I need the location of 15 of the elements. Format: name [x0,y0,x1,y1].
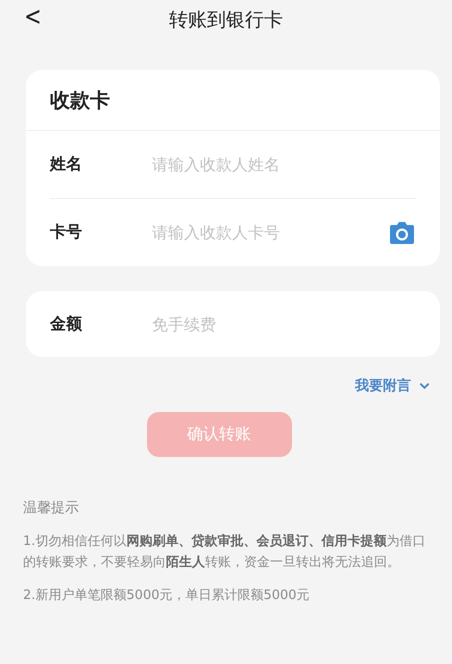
tip-text: 1.切勿相信任何以网购刷单、贷款审批、会员退订、信用卡提额为借口的转账要求，不要轻易向陌生人转账，资金一旦转出将无法追回。 [23,532,426,572]
field-label: 卡号 [50,222,83,243]
back-button[interactable]: < [20,2,45,32]
amount-field[interactable]: 免手续费 [152,314,416,334]
field-label: 金额 [50,314,83,334]
camera-icon[interactable] [388,220,416,244]
card-title: 收款卡 [49,87,111,114]
tips-title: 温馨提示 [23,499,80,517]
tip-text: 2.新用户单笔限额5000元，单日累计限额5000元 [23,587,311,605]
add-note-link[interactable]: 我要附言 [355,377,411,395]
page-title: 转账到银行卡 [169,8,283,33]
input-field[interactable]: 请输入收款人姓名 [152,155,416,174]
input-field[interactable]: 请输入收款人卡号 [152,223,388,242]
field-label: 姓名 [50,154,83,175]
chevron-icon[interactable] [419,382,430,390]
